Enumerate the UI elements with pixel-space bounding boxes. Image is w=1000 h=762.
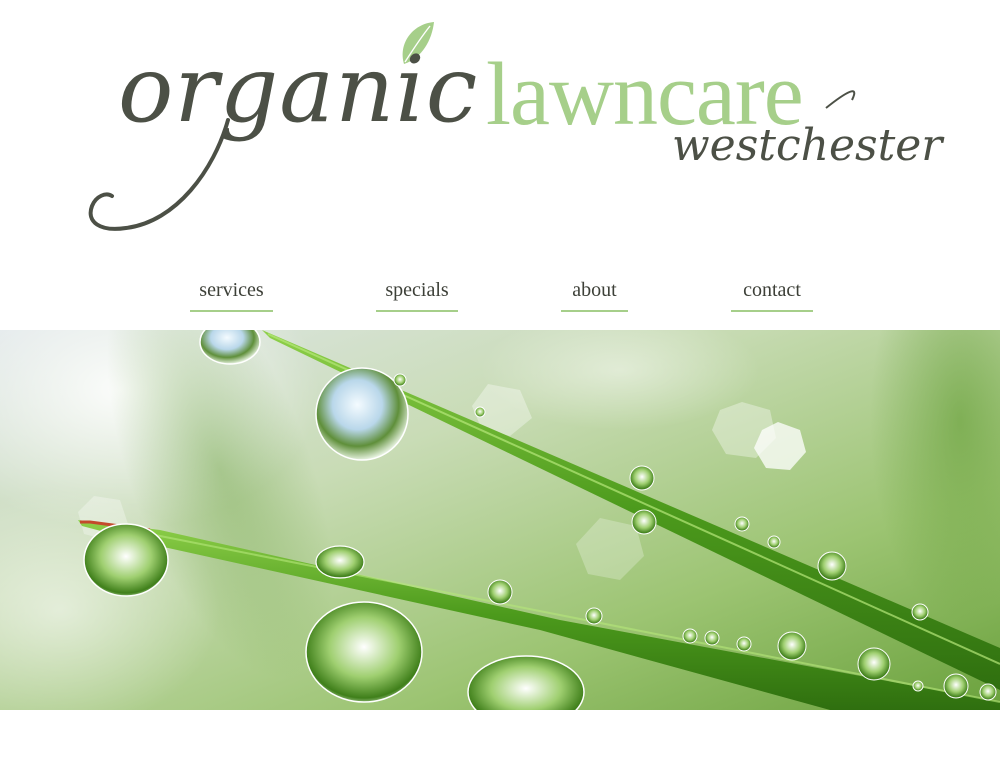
site-logo[interactable]: organic lawncare westchester [0,0,1000,250]
logo-swash-tail [825,90,856,109]
nav-link-services[interactable]: services [190,272,273,312]
main-nav: services specials about contact [0,272,1000,316]
logo-word-westchester: westchester [672,120,943,171]
nav-link-contact[interactable]: contact [731,272,813,312]
hero-image [0,330,1000,710]
nav-link-about[interactable]: about [561,272,628,312]
logo-word-organic: organic [118,36,479,143]
nav-link-specials[interactable]: specials [376,272,458,312]
